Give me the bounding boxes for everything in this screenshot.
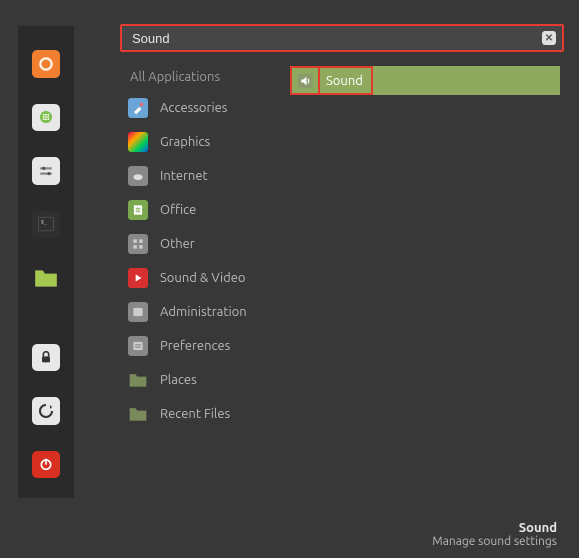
search-input[interactable] <box>122 26 562 50</box>
places-icon <box>128 370 148 390</box>
category-internet[interactable]: Internet <box>128 166 565 186</box>
favorite-files[interactable] <box>32 264 60 292</box>
favorite-firefox[interactable] <box>32 50 60 78</box>
sliders-icon <box>37 162 55 180</box>
logout-button[interactable] <box>32 397 60 425</box>
menu-main: ✕ All Applications Accessories Graphics … <box>120 24 565 558</box>
favorite-settings[interactable] <box>32 157 60 185</box>
preferences-icon <box>128 336 148 356</box>
category-administration[interactable]: Administration <box>128 302 565 322</box>
favorites-sidebar: $_ <box>18 26 74 498</box>
sound-video-icon <box>128 268 148 288</box>
apps-grid-icon <box>37 108 55 126</box>
search-results: Sound <box>290 66 560 95</box>
category-label: Administration <box>160 305 247 319</box>
clear-icon: ✕ <box>545 32 553 43</box>
folder-icon <box>33 267 59 289</box>
category-list: Accessories Graphics Internet Office Oth… <box>120 98 565 424</box>
logout-icon <box>38 403 54 419</box>
tooltip-title: Sound <box>432 521 557 535</box>
lock-icon <box>38 349 54 365</box>
category-office[interactable]: Office <box>128 200 565 220</box>
accessories-icon <box>128 98 148 118</box>
firefox-icon <box>37 55 55 73</box>
category-graphics[interactable]: Graphics <box>128 132 565 152</box>
category-sound-video[interactable]: Sound & Video <box>128 268 565 288</box>
category-label: Sound & Video <box>160 271 246 285</box>
category-places[interactable]: Places <box>128 370 565 390</box>
graphics-icon <box>128 132 148 152</box>
clear-search-button[interactable]: ✕ <box>542 31 556 45</box>
power-button[interactable] <box>32 451 60 479</box>
category-recent-files[interactable]: Recent Files <box>128 404 565 424</box>
category-preferences[interactable]: Preferences <box>128 336 565 356</box>
category-accessories[interactable]: Accessories <box>128 98 565 118</box>
office-icon <box>128 200 148 220</box>
power-icon <box>38 456 54 472</box>
category-label: Internet <box>160 169 208 183</box>
result-highlight-label: Sound <box>320 66 373 95</box>
category-label: Office <box>160 203 196 217</box>
terminal-icon: $_ <box>37 215 55 233</box>
result-sound[interactable]: Sound <box>290 66 560 95</box>
svg-text:$_: $_ <box>41 220 48 226</box>
result-label: Sound <box>326 74 363 88</box>
result-highlight-icon <box>290 66 320 95</box>
category-label: Recent Files <box>160 407 230 421</box>
administration-icon <box>128 302 148 322</box>
sound-icon <box>296 72 314 90</box>
lock-button[interactable] <box>32 344 60 372</box>
category-label: Preferences <box>160 339 230 353</box>
category-label: Other <box>160 237 195 251</box>
tooltip-description: Manage sound settings <box>432 535 557 548</box>
internet-icon <box>128 166 148 186</box>
favorite-terminal[interactable]: $_ <box>32 211 60 239</box>
recent-files-icon <box>128 404 148 424</box>
category-other[interactable]: Other <box>128 234 565 254</box>
category-label: Graphics <box>160 135 210 149</box>
category-label: Accessories <box>160 101 227 115</box>
app-tooltip: Sound Manage sound settings <box>432 521 557 548</box>
category-label: Places <box>160 373 197 387</box>
other-icon <box>128 234 148 254</box>
search-highlight: ✕ <box>120 24 564 52</box>
favorite-apps[interactable] <box>32 104 60 132</box>
